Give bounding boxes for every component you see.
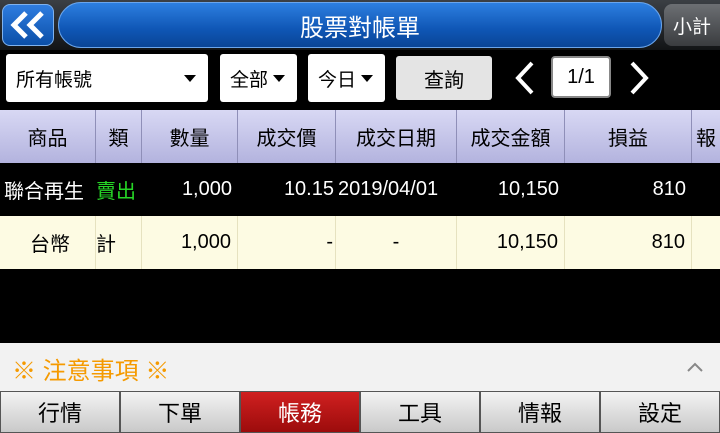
cell-date: - — [336, 216, 457, 269]
title-bar: 股票對帳單 小計 — [0, 0, 720, 50]
column-header-type[interactable]: 類 — [96, 110, 142, 163]
prev-page-icon[interactable] — [510, 60, 540, 96]
subtotal-button[interactable]: 小計 — [664, 4, 720, 46]
column-header-report[interactable]: 報 — [692, 110, 720, 163]
account-dropdown-label: 所有帳號 — [16, 69, 93, 91]
cell-qty: 1,000 — [142, 216, 238, 269]
tab-order[interactable]: 下單 — [120, 391, 240, 433]
filter-bar: 所有帳號 全部 今日 查詢 1/1 — [0, 50, 720, 110]
period-dropdown-label: 今日 — [318, 69, 357, 91]
cell-report — [692, 216, 720, 269]
cell-qty: 1,000 — [181, 178, 232, 200]
chevron-up-icon[interactable] — [686, 361, 704, 373]
cell-price: 10.15 — [283, 178, 334, 200]
next-page-icon[interactable] — [624, 60, 654, 96]
notice-label: ※ 注意事項 ※ — [12, 358, 170, 385]
cell-amount: 10,150 — [457, 216, 565, 269]
caret-down-icon — [273, 75, 285, 82]
notice-bar[interactable]: ※ 注意事項 ※ — [0, 343, 720, 391]
account-dropdown[interactable]: 所有帳號 — [6, 54, 208, 102]
cell-amount: 10,150 — [497, 178, 559, 200]
cell-type: 賣出 — [96, 181, 136, 203]
double-chevron-left-icon — [10, 11, 44, 39]
column-header-amount[interactable]: 成交金額 — [457, 110, 565, 163]
bottom-nav: 行情 下單 帳務 工具 情報 設定 — [0, 391, 720, 433]
tab-settings[interactable]: 設定 — [600, 391, 720, 433]
type-dropdown[interactable]: 全部 — [220, 54, 297, 102]
cell-date: 2019/04/01 — [338, 178, 439, 200]
column-header-price[interactable]: 成交價 — [238, 110, 336, 163]
column-header-date[interactable]: 成交日期 — [336, 110, 457, 163]
back-button[interactable] — [2, 4, 54, 46]
statement-table: 商品 類 數量 成交價 成交日期 成交金額 損益 報 聯合再生 賣出 1,000… — [0, 110, 720, 269]
table-empty-area — [0, 271, 720, 343]
caret-down-icon — [361, 75, 373, 82]
cell-type: 計 — [96, 216, 142, 269]
table-row[interactable]: 聯合再生 賣出 1,000 10.15 2019/04/01 10,150 81… — [0, 163, 720, 216]
column-header-pnl[interactable]: 損益 — [565, 110, 692, 163]
cell-price: - — [238, 216, 336, 269]
page-title: 股票對帳單 — [58, 2, 662, 48]
period-dropdown[interactable]: 今日 — [308, 54, 385, 102]
tab-quotes[interactable]: 行情 — [0, 391, 120, 433]
query-button[interactable]: 查詢 — [396, 56, 492, 100]
page-indicator: 1/1 — [551, 56, 611, 98]
table-row[interactable]: 台幣 計 1,000 - - 10,150 810 — [0, 216, 720, 269]
caret-down-icon — [184, 75, 196, 82]
cell-pnl: 810 — [652, 178, 686, 200]
cell-pnl: 810 — [565, 216, 692, 269]
table-header: 商品 類 數量 成交價 成交日期 成交金額 損益 報 — [0, 110, 720, 163]
type-dropdown-label: 全部 — [230, 69, 269, 91]
column-header-qty[interactable]: 數量 — [142, 110, 238, 163]
column-header-product[interactable]: 商品 — [0, 110, 96, 163]
tab-info[interactable]: 情報 — [480, 391, 600, 433]
cell-product: 聯合再生 — [4, 181, 84, 203]
cell-product: 台幣 — [0, 216, 96, 269]
tab-tools[interactable]: 工具 — [360, 391, 480, 433]
tab-account[interactable]: 帳務 — [240, 391, 360, 433]
